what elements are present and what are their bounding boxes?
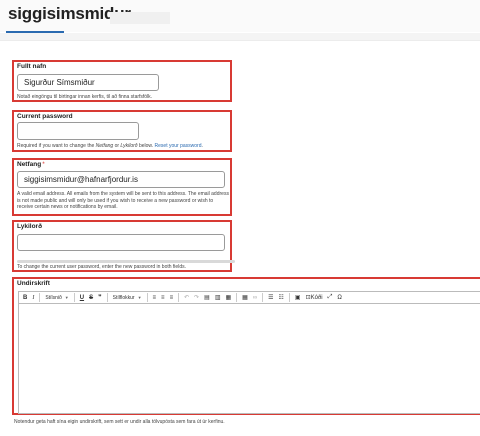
current-password-label: Current password xyxy=(17,113,73,120)
style-select[interactable]: Stílsnið ▼ xyxy=(45,293,68,303)
help-text: below. xyxy=(137,143,155,149)
bulleted-list-icon[interactable]: ☰ xyxy=(268,293,273,303)
toolbar-separator xyxy=(262,293,264,302)
help-email-term: Netfang xyxy=(95,143,114,149)
password-label: Lykilorð xyxy=(17,223,43,230)
page-header: siggisimsmidur xyxy=(0,0,480,33)
toolbar-separator xyxy=(73,293,75,302)
align-right-icon[interactable]: ≡ xyxy=(170,293,174,303)
subheader-bar xyxy=(0,33,480,41)
full-name-label: Fullt nafn xyxy=(17,63,47,70)
signature-help: Notendur geta haft sína eigin undirskrif… xyxy=(14,419,225,425)
current-password-help: Required if you want to change the Netfa… xyxy=(17,143,203,150)
email-group: Netfang* siggisimsmidur@hafnarfjordur.is… xyxy=(12,158,232,216)
help-password-term: Lykilorð xyxy=(120,143,138,149)
paste-icon[interactable]: ▤ xyxy=(204,293,210,303)
chevron-down-icon: ▼ xyxy=(64,295,69,300)
signature-label: Undirskrift xyxy=(17,280,50,287)
bold-button[interactable]: B xyxy=(23,293,27,303)
signature-editor[interactable] xyxy=(18,304,480,414)
image-icon[interactable]: ▣ xyxy=(295,293,301,303)
redo-icon[interactable]: ↷ xyxy=(194,293,199,303)
password-input[interactable] xyxy=(17,234,225,251)
password-help: To change the current user password, ent… xyxy=(17,264,186,270)
toolbar-separator xyxy=(288,293,290,302)
paragraph-select-label: Stílflokkur xyxy=(112,294,135,301)
toolbar-separator xyxy=(178,293,180,302)
paste-text-icon[interactable]: ▥ xyxy=(215,293,221,303)
toolbar-separator xyxy=(39,293,41,302)
tab-secondary[interactable] xyxy=(110,12,170,24)
chevron-down-icon: ▼ xyxy=(137,295,142,300)
maximize-icon[interactable]: ⤢ xyxy=(328,293,333,303)
email-label: Netfang* xyxy=(17,161,45,168)
strikethrough-button[interactable]: S xyxy=(89,293,93,303)
full-name-group: Fullt nafn Sigurður Símsmiður Notað eing… xyxy=(12,60,232,102)
signature-group: Undirskrift B I Stílsnið ▼ U S ❞ Stílflok… xyxy=(12,277,480,415)
toolbar-separator xyxy=(236,293,238,302)
table-icon[interactable]: ▦ xyxy=(242,293,248,303)
email-input[interactable]: siggisimsmidur@hafnarfjordur.is xyxy=(17,171,225,188)
special-character-icon[interactable]: Ω xyxy=(337,293,342,303)
toolbar-separator xyxy=(146,293,148,302)
align-left-icon[interactable]: ≡ xyxy=(153,293,157,303)
paragraph-select[interactable]: Stílflokkur ▼ xyxy=(113,293,142,303)
email-help: A valid email address. All emails from t… xyxy=(17,191,229,210)
email-value: siggisimsmidur@hafnarfjordur.is xyxy=(24,175,138,184)
required-mark: * xyxy=(42,161,45,168)
full-name-input[interactable]: Sigurður Símsmiður xyxy=(17,74,159,91)
help-text: Required if you want to change the xyxy=(17,143,96,149)
underline-button[interactable]: U xyxy=(80,293,84,303)
align-center-icon[interactable]: ≡ xyxy=(161,293,165,303)
code-label: Kóði xyxy=(310,294,323,301)
link-icon[interactable]: ∞ xyxy=(253,293,257,303)
style-select-label: Stílsnið xyxy=(45,294,62,301)
email-label-text: Netfang xyxy=(17,161,42,168)
help-text: . xyxy=(201,143,203,149)
blockquote-button[interactable]: ❞ xyxy=(98,293,102,303)
password-group: Lykilorð To change the current user pass… xyxy=(12,220,235,272)
full-name-value: Sigurður Símsmiður xyxy=(24,78,95,87)
reset-password-link[interactable]: Reset your password xyxy=(155,143,202,149)
current-password-input[interactable] xyxy=(17,122,139,140)
paste-word-icon[interactable]: ▦ xyxy=(225,293,231,303)
editor-toolbar: B I Stílsnið ▼ U S ❞ Stílflokkur ▼ ≡ ≡ ≡ ↶… xyxy=(18,291,480,304)
full-name-help: Notað eingöngu til birtingar innan kerfi… xyxy=(17,94,153,100)
source-code-button[interactable]: ⊡ Kóði xyxy=(306,293,323,303)
numbered-list-icon[interactable]: ☷ xyxy=(279,293,284,303)
undo-icon[interactable]: ↶ xyxy=(184,293,189,303)
italic-button[interactable]: I xyxy=(32,293,34,303)
current-password-group: Current password Required if you want to… xyxy=(12,110,232,152)
password-strength-bar xyxy=(17,260,235,263)
toolbar-separator xyxy=(106,293,108,302)
